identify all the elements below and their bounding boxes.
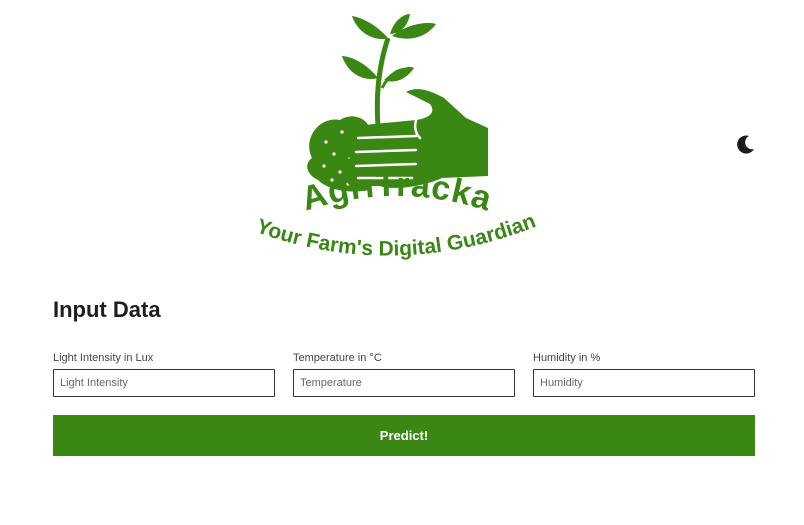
humidity-field: Humidity in %	[533, 352, 755, 397]
light-intensity-input[interactable]	[53, 369, 275, 397]
temperature-input[interactable]	[293, 369, 515, 397]
temperature-label: Temperature in °C	[293, 352, 382, 364]
light-intensity-field: Light Intensity in Lux	[53, 352, 275, 397]
section-title: Input Data	[53, 297, 161, 322]
page: AgriTracka Your Farm's Digital Guardian …	[0, 0, 804, 525]
humidity-input[interactable]	[533, 369, 755, 397]
svg-text:Your Farm's Digital Guardian: Your Farm's Digital Guardian	[254, 209, 539, 260]
moon-icon[interactable]	[734, 132, 758, 156]
brand-tagline: Your Farm's Digital Guardian	[254, 209, 539, 260]
agritracka-logo: AgriTracka Your Farm's Digital Guardian	[254, 14, 539, 261]
temperature-field: Temperature in °C	[293, 352, 515, 397]
humidity-label: Humidity in %	[533, 352, 601, 364]
predict-button[interactable]: Predict!	[53, 415, 755, 456]
light-intensity-label: Light Intensity in Lux	[53, 352, 154, 364]
